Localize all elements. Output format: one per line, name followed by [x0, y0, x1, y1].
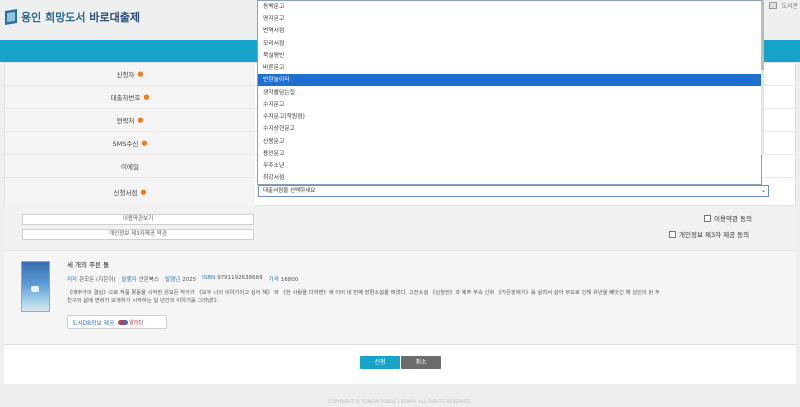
- apply-button[interactable]: 신청: [360, 356, 400, 369]
- terms-agree-label: 이용약관 동의: [714, 215, 752, 223]
- dropdown-option[interactable]: 명지문고: [258, 13, 761, 25]
- aladin-logo: 알라딘: [118, 319, 143, 326]
- book-meta: 저자 은모든 (지은이) 발행자 안온북스 발행년 2025 ISBN 97911926…: [67, 275, 299, 283]
- chevron-down-icon: ⌄: [760, 187, 766, 194]
- store-dropdown-list[interactable]: 동백문고 명지문고 번역서점 모리서점 북실평빈 바른문고 반란놀이터 생각을담…: [257, 0, 762, 185]
- book-title: 세 개의 푸른 돌: [67, 261, 110, 269]
- dropdown-option[interactable]: 북실평빈: [258, 50, 761, 62]
- agreement-section: 이용약관보기 개인정보 제3자제공 약관 이용약관 동의 개인정보 제3자 제공…: [4, 206, 796, 250]
- required-mark: ●: [137, 116, 144, 124]
- field-label: 신청자: [116, 71, 135, 79]
- checkbox[interactable]: [704, 214, 711, 222]
- dropdown-option[interactable]: 모리서점: [258, 38, 761, 50]
- store-select[interactable]: 대출서점을 선택하세요 ⌄: [258, 185, 769, 197]
- terms-agree-check[interactable]: 이용약관 동의: [704, 213, 752, 223]
- privacy-agree-check[interactable]: 개인정보 제3자 제공 동의: [669, 229, 749, 239]
- top-right-menu: 도서관: [769, 1, 798, 10]
- dropdown-option[interactable]: 용인문고: [258, 148, 761, 160]
- book-cover-image: [21, 261, 50, 312]
- site-logo[interactable]: 용인 희망도서 바로대출제: [4, 8, 140, 26]
- field-label: 대출자번호: [110, 94, 141, 102]
- book-price: 16800: [280, 277, 299, 283]
- checkbox[interactable]: [669, 230, 676, 238]
- required-mark: ●: [137, 70, 144, 78]
- dropdown-option[interactable]: 바른문고: [258, 62, 761, 74]
- action-bar: 신청 취소: [4, 344, 796, 384]
- field-label: 연락처: [116, 117, 135, 125]
- dropdown-scrollbar-thumb[interactable]: [761, 0, 764, 70]
- dropdown-option[interactable]: 생각을담는집: [258, 87, 761, 99]
- required-mark: ●: [140, 188, 147, 196]
- book-info: 세 개의 푸른 돌 저자 은모든 (지은이) 발행자 안온북스 발행년 2025 IS…: [4, 250, 796, 344]
- dropdown-option[interactable]: 동백문고: [258, 1, 761, 13]
- book-description: 《애주가의 결심》으로 작품 활동을 시작한 은모든 작가가 《모두 너의 이야…: [67, 290, 660, 304]
- dropdown-option-selected[interactable]: 반란놀이터: [258, 74, 761, 86]
- privacy-agree-label: 개인정보 제3자 제공 동의: [679, 231, 750, 239]
- store-select-value: 대출서점을 선택하세요: [263, 188, 316, 194]
- field-label: 신청서점: [113, 189, 138, 197]
- aladin-swoosh-icon: [118, 319, 129, 325]
- dropdown-option[interactable]: 신봉문고: [258, 136, 761, 148]
- book-db-info-button[interactable]: 도서DB정보 제공 알라딘: [67, 315, 167, 329]
- field-label: SMS수신: [112, 140, 139, 148]
- book-isbn: 9791192638669: [217, 275, 263, 281]
- privacy-terms-button[interactable]: 개인정보 제3자제공 약관: [22, 229, 254, 240]
- cancel-button[interactable]: 취소: [401, 356, 441, 369]
- book-publisher: 안온북스: [138, 277, 159, 283]
- book-logo-icon: [4, 8, 18, 26]
- field-label: 이메일: [121, 163, 139, 171]
- book-author: 은모든 (지은이): [79, 277, 116, 283]
- dropdown-option[interactable]: 수지상현문고: [258, 123, 761, 135]
- dropdown-option[interactable]: 번역서점: [258, 25, 761, 37]
- footer-copyright: COPYRIGHT © YONGIN PUBLIC LIBRARY. ALL R…: [328, 400, 472, 405]
- dropdown-option[interactable]: 수지문고: [258, 99, 761, 111]
- logo-text-accent: 바로대출제: [89, 11, 141, 24]
- dropdown-option[interactable]: 수지문고(학원점): [258, 111, 761, 123]
- required-mark: ●: [141, 139, 148, 147]
- top-right-link[interactable]: 도서관: [781, 1, 798, 10]
- terms-view-button[interactable]: 이용약관보기: [22, 214, 254, 225]
- required-mark: ●: [143, 93, 150, 101]
- book-db-info-label: 도서DB정보 제공: [72, 320, 115, 327]
- dropdown-option[interactable]: 최강서점: [258, 172, 761, 184]
- dropdown-option[interactable]: 우주소년: [258, 160, 761, 172]
- logo-text-main: 용인 희망도서: [21, 11, 86, 24]
- book-year: 2025: [182, 277, 197, 283]
- login-icon[interactable]: [769, 2, 778, 9]
